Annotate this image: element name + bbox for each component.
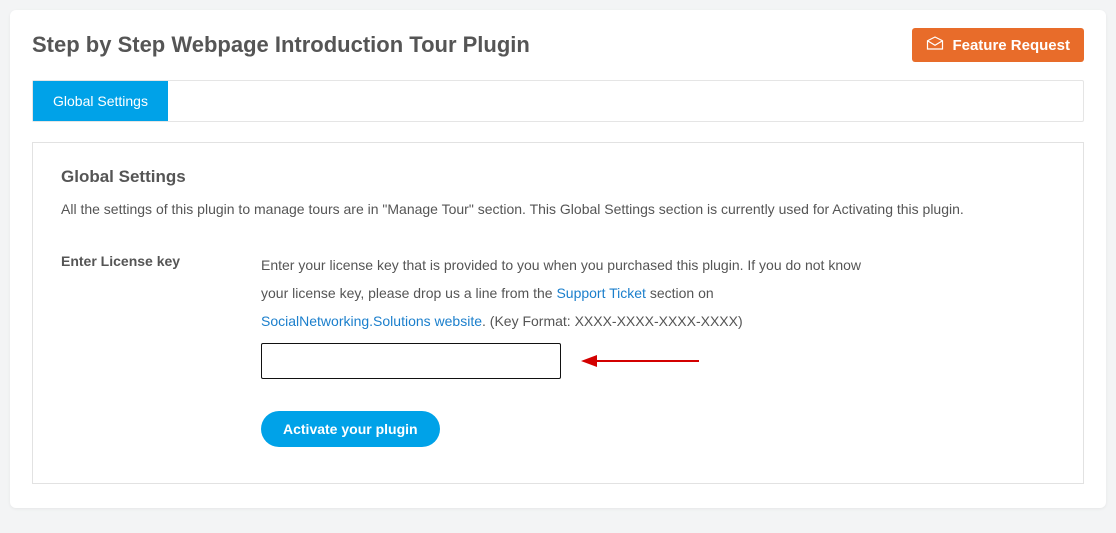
feature-request-label: Feature Request <box>952 37 1070 54</box>
support-ticket-link[interactable]: Support Ticket <box>556 285 646 301</box>
license-label: Enter License key <box>61 251 231 447</box>
activate-label: Activate your plugin <box>283 421 418 437</box>
license-input-row <box>261 343 881 379</box>
license-help-text: Enter your license key that is provided … <box>261 251 881 335</box>
envelope-open-icon <box>926 36 944 54</box>
activate-plugin-button[interactable]: Activate your plugin <box>261 411 440 447</box>
page-title: Step by Step Webpage Introduction Tour P… <box>32 32 530 58</box>
panel-description: All the settings of this plugin to manag… <box>61 201 1055 217</box>
license-key-input[interactable] <box>261 343 561 379</box>
tab-bar: Global Settings <box>32 80 1084 122</box>
help-mid: section on <box>646 285 714 301</box>
page-card: Step by Step Webpage Introduction Tour P… <box>10 10 1106 508</box>
panel-title: Global Settings <box>61 167 1055 187</box>
tab-label: Global Settings <box>53 93 148 109</box>
help-suffix: . (Key Format: XXXX-XXXX-XXXX-XXXX) <box>482 313 743 329</box>
license-form-body: Enter your license key that is provided … <box>261 251 881 447</box>
feature-request-button[interactable]: Feature Request <box>912 28 1084 62</box>
arrow-left-icon <box>581 351 701 371</box>
tab-global-settings[interactable]: Global Settings <box>33 81 168 121</box>
license-form-row: Enter License key Enter your license key… <box>61 251 1055 447</box>
site-link[interactable]: SocialNetworking.Solutions website <box>261 313 482 329</box>
header-row: Step by Step Webpage Introduction Tour P… <box>32 28 1084 62</box>
settings-panel: Global Settings All the settings of this… <box>32 142 1084 484</box>
